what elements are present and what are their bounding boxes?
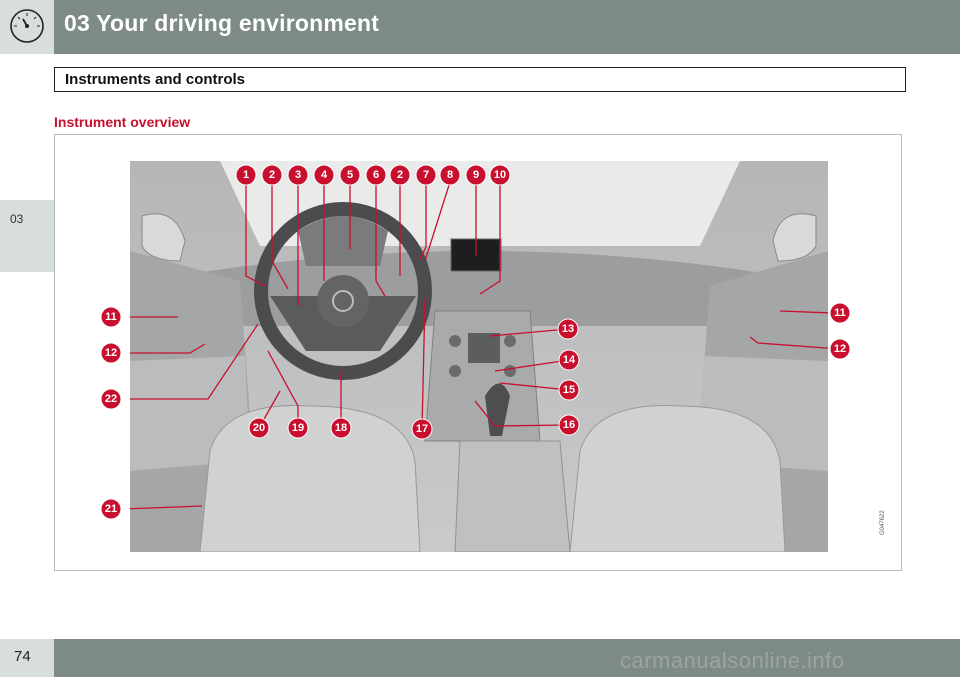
chapter-title: 03 Your driving environment <box>64 10 380 36</box>
svg-text:2: 2 <box>269 169 275 181</box>
figure-code: G047622 <box>880 510 886 535</box>
svg-text:5: 5 <box>347 169 353 181</box>
svg-text:2: 2 <box>397 169 403 181</box>
gauge-icon <box>10 9 44 43</box>
svg-text:9: 9 <box>473 169 479 181</box>
callout-10: 10 <box>489 164 511 186</box>
callout-1: 1 <box>235 164 257 186</box>
watermark: carmanualsonline.info <box>620 648 845 673</box>
svg-text:1: 1 <box>243 169 249 181</box>
subheading: Instrument overview <box>54 114 191 130</box>
callout-2: 2 <box>261 164 283 186</box>
svg-text:4: 4 <box>321 169 328 181</box>
chapter-side-tab: 03 <box>0 200 54 272</box>
callout-8: 8 <box>439 164 461 186</box>
chapter-icon-tab <box>0 0 54 54</box>
svg-text:8: 8 <box>447 169 453 181</box>
svg-text:3: 3 <box>295 169 301 181</box>
callout-7: 7 <box>415 164 437 186</box>
callout-9: 9 <box>465 164 487 186</box>
page-number: 74 <box>14 648 31 665</box>
svg-text:7: 7 <box>423 169 429 181</box>
callout-3: 3 <box>287 164 309 186</box>
callout-6: 6 <box>365 164 387 186</box>
svg-text:6: 6 <box>373 169 379 181</box>
svg-text:10: 10 <box>494 169 506 181</box>
section-title: Instruments and controls <box>65 71 246 88</box>
section-title-box: Instruments and controls <box>54 67 906 92</box>
callout-5: 5 <box>339 164 361 186</box>
callout-4: 4 <box>313 164 335 186</box>
dashboard-illustration: 1 2 3 4 5 6 2 7 8 9 10 <box>130 161 828 552</box>
callout-2b: 2 <box>389 164 411 186</box>
chapter-side-tab-label: 03 <box>10 212 24 226</box>
